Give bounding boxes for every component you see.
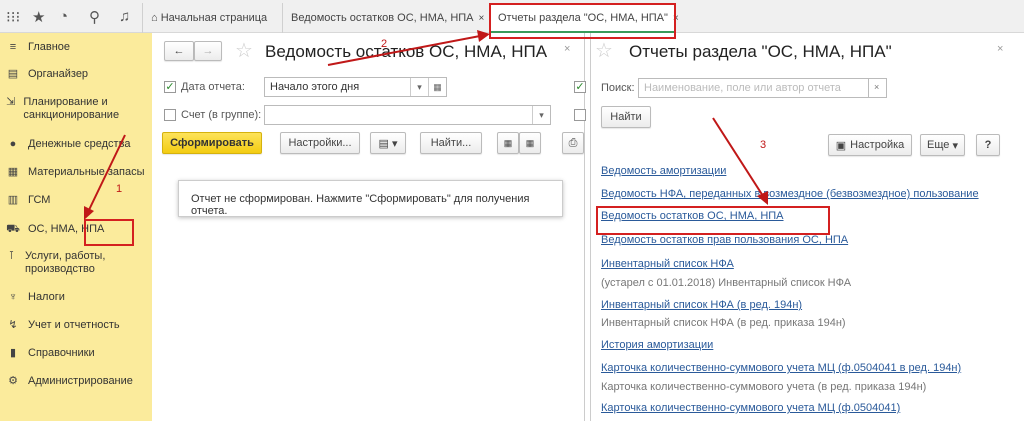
search-icon[interactable]: ⚲ (89, 8, 100, 26)
generate-button[interactable]: Сформировать (162, 132, 262, 154)
menu-icon: ≡ (9, 41, 17, 53)
report-note: Инвентарный список НФА (в ред. приказа 1… (601, 317, 846, 329)
services-icon: ⊺ (8, 250, 15, 262)
report-link[interactable]: Карточка количественно-суммового учета М… (601, 362, 961, 374)
chevron-down-icon[interactable]: ▾ (410, 78, 428, 96)
search-label: Поиск: (601, 82, 635, 94)
report-note: (устарел с 01.01.2018) Инвентарный списо… (601, 277, 852, 289)
report-link[interactable]: История амортизации (601, 339, 713, 351)
collapse-groups-icon[interactable]: ▦ (497, 132, 519, 154)
taxes-icon: ♆ (8, 291, 18, 303)
more-button[interactable]: Еще ▾ (920, 134, 965, 156)
find-button[interactable]: Найти... (420, 132, 482, 154)
account-checkbox[interactable] (164, 109, 176, 121)
search-input[interactable]: Наименование, поле или автор отчета▾ (638, 78, 887, 98)
panel-title: Отчеты раздела "ОС, НМА, НПА" (629, 42, 892, 61)
report-link[interactable]: Инвентарный список НФА (в ред. 194н) (601, 299, 802, 311)
fuel-icon: ▥ (7, 194, 19, 206)
planning-icon: ⇲ (6, 96, 16, 108)
setup-button[interactable]: ▣ Настройка (828, 134, 912, 156)
date-checkbox[interactable]: ✓ (164, 81, 176, 93)
reports-panel: ☆ Отчеты раздела "ОС, НМА, НПА" × Поиск:… (590, 33, 1024, 421)
home-icon: ⌂ (151, 12, 161, 24)
sidebar-item-planning[interactable]: ⇲ Планирование и санкционирование (6, 96, 146, 122)
gear-icon: ⚙ (8, 375, 18, 387)
sidebar-item-fuel[interactable]: ▥ ГСМ (6, 194, 146, 207)
sidebar: ≡ Главное ▤ Органайзер ⇲ Планирование и сан… (0, 33, 152, 421)
favorite-star-icon[interactable]: ☆ (235, 38, 253, 63)
tab-home[interactable]: ⌂ Начальная страница (142, 3, 283, 33)
sidebar-item-taxes[interactable]: ♆ Налоги (6, 291, 146, 304)
expand-groups-icon[interactable]: ▦ (519, 132, 541, 154)
page-title: Ведомость остатков ОС, НМА, НПА (265, 42, 548, 61)
book-icon: ▮ (9, 347, 17, 359)
account-label: Счет (в группе): (181, 109, 262, 121)
clear-icon[interactable]: × (868, 78, 887, 98)
close-icon[interactable]: × (564, 43, 570, 55)
report-form: ← → ☆ Ведомость остатков ОС, НМА, НПА × … (152, 33, 586, 421)
report-message: Отчет не сформирован. Нажмите "Сформиров… (178, 180, 563, 217)
report-note: Карточка количественно-суммового учета (… (601, 381, 927, 393)
variants-dropdown-button[interactable]: ▤ ▾ (370, 132, 406, 154)
report-link[interactable]: Ведомость остатков прав пользования ОС, … (601, 234, 848, 246)
tab-reports-section[interactable]: Отчеты раздела "ОС, НМА, НПА" × (490, 3, 679, 33)
truck-icon: ⛟ (6, 223, 20, 235)
report-link[interactable]: Инвентарный список НФА (601, 258, 734, 270)
box-icon: ▦ (7, 166, 19, 178)
back-button[interactable]: ← (164, 41, 194, 61)
date-field[interactable]: Начало этого дня ▾ ▦ (264, 77, 447, 97)
favorite-star-icon[interactable]: ☆ (595, 38, 613, 63)
report-link[interactable]: Ведомость амортизации (601, 165, 726, 177)
report-link[interactable]: Карточка количественно-суммового учета М… (601, 402, 900, 414)
sidebar-item-admin[interactable]: ⚙ Администрирование (6, 375, 146, 388)
sidebar-item-directories[interactable]: ▮ Справочники (6, 347, 146, 360)
report-link[interactable]: Ведомость остатков ОС, НМА, НПА (601, 210, 784, 222)
settings-icon: ▣ (835, 139, 847, 152)
search-find-button[interactable]: Найти (601, 106, 651, 128)
account-field[interactable]: ▾ (264, 105, 551, 125)
chevron-down-icon[interactable]: ▾ (532, 106, 550, 124)
close-icon[interactable]: × (997, 43, 1003, 55)
sidebar-item-accounting[interactable]: ↯ Учет и отчетность (6, 319, 146, 332)
extra-checkbox[interactable]: ✓ (574, 81, 586, 93)
sidebar-item-organizer[interactable]: ▤ Органайзер (6, 68, 146, 81)
print-icon[interactable]: ⎙ (562, 132, 584, 154)
help-button[interactable]: ? (976, 134, 1000, 156)
history-icon[interactable]: ◔ (59, 8, 68, 25)
clipboard-icon: ▤ (7, 68, 19, 80)
sidebar-item-main[interactable]: ≡ Главное (6, 41, 146, 54)
close-icon[interactable]: × (673, 13, 679, 24)
settings-button[interactable]: Настройки... (280, 132, 360, 154)
extra-checkbox[interactable] (574, 109, 586, 121)
sidebar-item-materials[interactable]: ▦ Материальные запасы (6, 166, 146, 179)
forward-button[interactable]: → (194, 41, 222, 61)
tab-report[interactable]: Ведомость остатков ОС, НМА, НПА × (283, 3, 490, 33)
sidebar-item-fixed-assets[interactable]: ⛟ ОС, НМА, НПА (6, 223, 146, 236)
accounting-icon: ↯ (8, 319, 18, 331)
apps-grid-icon[interactable]: ⁝⁝⁝ (6, 8, 20, 26)
report-link[interactable]: Ведомость НФА, переданных в возмездное (… (601, 188, 979, 200)
coin-icon: ● (9, 138, 17, 150)
bell-icon[interactable]: ♫ (119, 8, 130, 25)
sidebar-item-services[interactable]: ⊺ Услуги, работы, производство (6, 250, 146, 276)
date-label: Дата отчета: (181, 81, 245, 93)
top-bar: ⁝⁝⁝ ★ ◔ ⚲ ♫ ⌂ Начальная страница Ведомос… (0, 0, 1024, 33)
close-icon[interactable]: × (479, 13, 485, 24)
sidebar-item-cash[interactable]: ● Денежные средства (6, 138, 146, 151)
calendar-icon[interactable]: ▦ (428, 78, 446, 96)
star-icon[interactable]: ★ (32, 8, 45, 26)
